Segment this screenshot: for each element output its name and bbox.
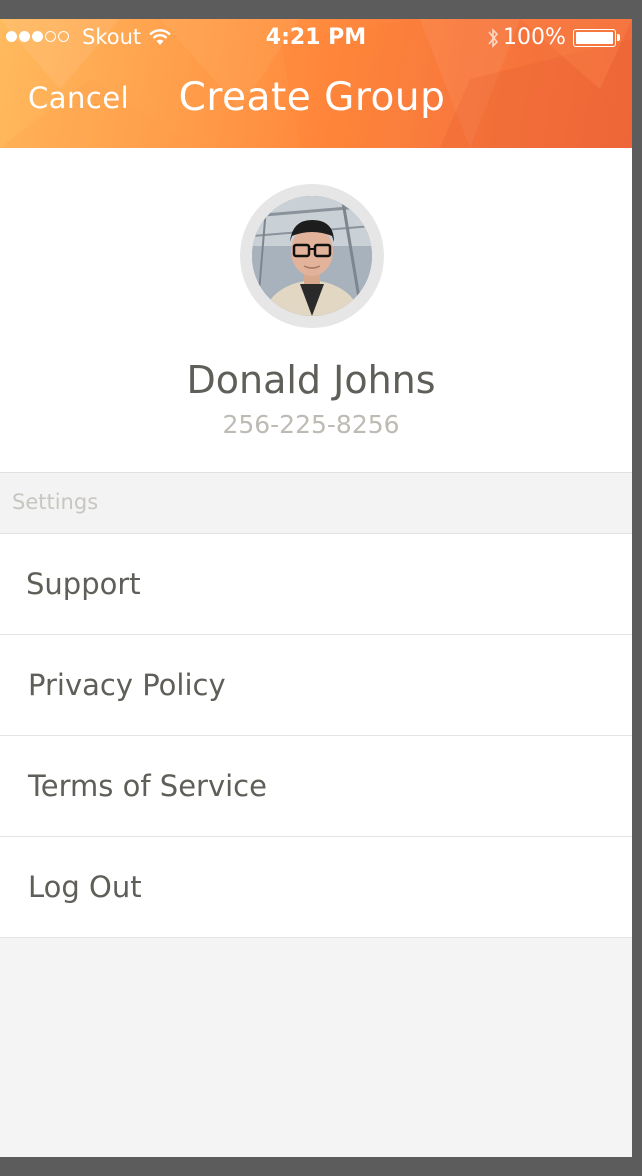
status-bar: Skout 4:21 PM 100%	[0, 19, 632, 59]
menu-item-support[interactable]: Support	[0, 534, 632, 635]
menu-item-label: Terms of Service	[28, 769, 267, 803]
avatar-ring	[240, 184, 384, 328]
menu-item-label: Support	[26, 567, 141, 601]
menu-item-privacy-policy[interactable]: Privacy Policy	[0, 635, 632, 736]
profile-name: Donald Johns	[186, 358, 436, 402]
settings-section-header: Settings	[0, 473, 632, 534]
profile-section: Donald Johns 256-225-8256	[0, 148, 632, 473]
avatar-photo	[252, 196, 372, 316]
battery-percentage: 100%	[503, 25, 566, 50]
avatar[interactable]	[252, 196, 372, 316]
page-title: Create Group	[178, 75, 446, 120]
battery-icon	[573, 29, 620, 47]
profile-phone: 256-225-8256	[222, 410, 400, 439]
app-screen: Skout 4:21 PM 100% Cancel Create Group D…	[0, 19, 632, 1157]
menu-item-terms-of-service[interactable]: Terms of Service	[0, 736, 632, 837]
nav-header: Skout 4:21 PM 100% Cancel Create Group	[0, 19, 632, 148]
menu-item-label: Privacy Policy	[28, 668, 226, 702]
menu-item-log-out[interactable]: Log Out	[0, 837, 632, 938]
bluetooth-icon	[488, 28, 499, 48]
settings-header-label: Settings	[12, 490, 99, 514]
menu-item-label: Log Out	[28, 870, 142, 904]
settings-menu: Support Privacy Policy Terms of Service …	[0, 534, 632, 938]
